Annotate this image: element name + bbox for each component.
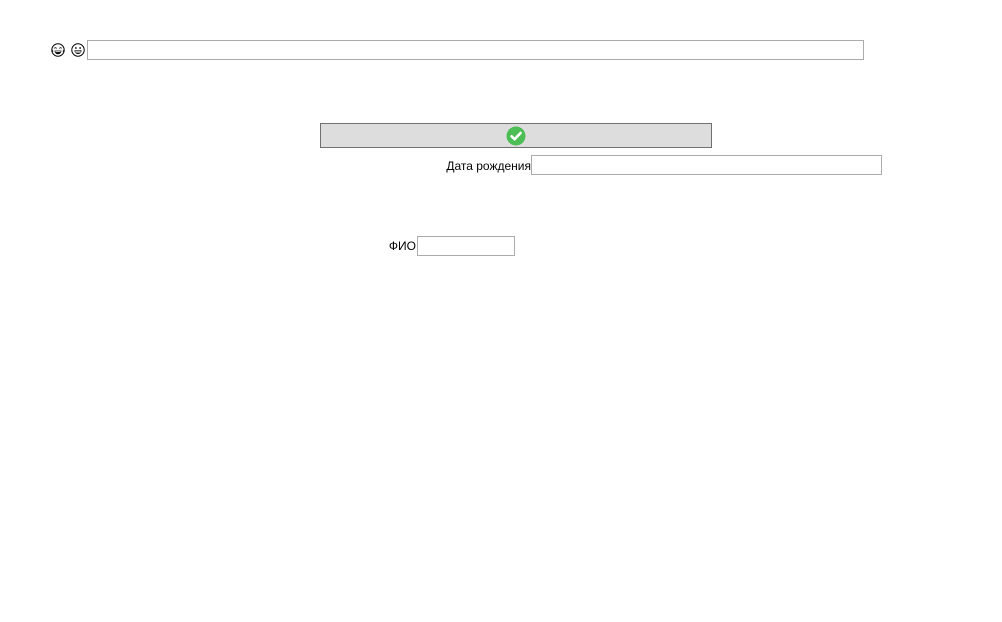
birth-date-field[interactable] xyxy=(531,155,882,175)
grinning-face-emoji-icon[interactable] xyxy=(71,43,85,57)
window-content: Дата рождения ФИО xyxy=(0,0,1002,622)
confirm-button[interactable] xyxy=(320,123,712,148)
check-circle-icon xyxy=(506,126,526,146)
full-name-field[interactable] xyxy=(417,236,515,256)
laughing-face-emoji-icon[interactable] xyxy=(51,43,65,57)
full-name-label: ФИО xyxy=(388,239,416,253)
top-text-input[interactable] xyxy=(87,40,864,60)
birth-date-label: Дата рождения xyxy=(446,159,531,173)
